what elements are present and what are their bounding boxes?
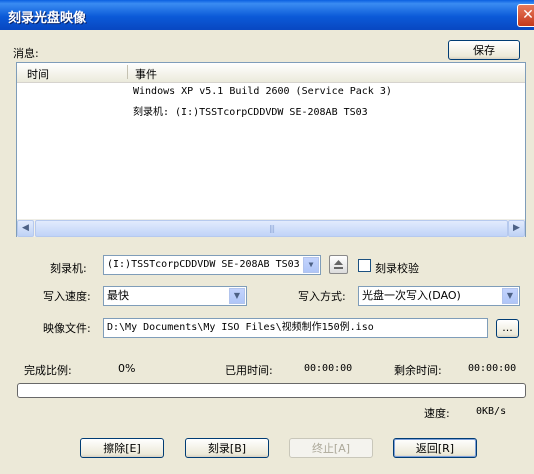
chevron-down-icon[interactable]: ▼: [303, 257, 319, 273]
burner-value: (I:)TSSTcorpCDDVDW SE-208AB TS03: [107, 259, 300, 270]
verify-label[interactable]: 刻录校验: [375, 260, 419, 276]
speed-status-value: 0KB/s: [476, 406, 507, 417]
messages-label: 消息:: [13, 47, 39, 60]
horizontal-scrollbar[interactable]: ◀ ||| ▶: [17, 219, 525, 237]
burn-button[interactable]: 刻录[B]: [185, 438, 269, 458]
verify-checkbox[interactable]: [358, 259, 371, 272]
back-button[interactable]: 返回[R]: [393, 438, 477, 458]
column-divider[interactable]: [127, 65, 128, 79]
chevron-down-icon[interactable]: ▼: [502, 288, 518, 304]
elapsed-value: 00:00:00: [304, 363, 353, 374]
write-mode-select[interactable]: 光盘一次写入(DAO) ▼: [358, 286, 520, 306]
column-header-event[interactable]: 事件: [135, 66, 157, 82]
list-item: Windows XP v5.1 Build 2600 (Service Pack…: [133, 86, 392, 97]
burner-label: 刻录机:: [50, 262, 87, 275]
burner-select[interactable]: (I:)TSSTcorpCDDVDW SE-208AB TS03 ▼: [103, 255, 321, 275]
scroll-right-icon[interactable]: ▶: [508, 220, 525, 237]
progress-bar: [17, 383, 526, 398]
message-list: 时间 事件 Windows XP v5.1 Build 2600 (Servic…: [16, 62, 526, 237]
image-file-label: 映像文件:: [43, 322, 91, 335]
image-file-input[interactable]: D:\My Documents\My ISO Files\视频制作150例.is…: [103, 318, 488, 338]
chevron-down-icon[interactable]: ▼: [229, 288, 245, 304]
close-button[interactable]: ✕: [517, 4, 534, 27]
elapsed-label: 已用时间:: [225, 364, 273, 377]
scroll-thumb[interactable]: |||: [35, 220, 508, 237]
erase-button[interactable]: 擦除[E]: [80, 438, 164, 458]
write-mode-value: 光盘一次写入(DAO): [362, 289, 461, 302]
write-mode-label: 写入方式:: [298, 290, 346, 303]
speed-label: 写入速度:: [43, 290, 91, 303]
remaining-label: 剩余时间:: [394, 364, 442, 377]
browse-button[interactable]: ...: [496, 319, 519, 338]
speed-status-label: 速度:: [424, 407, 450, 420]
list-header: 时间 事件: [17, 63, 525, 83]
speed-select[interactable]: 最快 ▼: [103, 286, 247, 306]
stop-button[interactable]: 终止[A]: [289, 438, 373, 458]
eject-icon: [334, 260, 343, 269]
progress-percent: 0%: [118, 362, 136, 375]
column-header-time[interactable]: 时间: [27, 66, 49, 82]
close-icon: ✕: [522, 7, 534, 23]
title-bar: 刻录光盘映像 ✕: [0, 0, 534, 30]
eject-button[interactable]: [329, 255, 348, 274]
speed-value: 最快: [107, 289, 129, 302]
scroll-left-icon[interactable]: ◀: [17, 220, 34, 237]
list-item: 刻录机: (I:)TSSTcorpCDDVDW SE-208AB TS03: [133, 107, 368, 118]
progress-label: 完成比例:: [24, 364, 72, 377]
remaining-value: 00:00:00: [468, 363, 517, 374]
window-title: 刻录光盘映像: [8, 11, 87, 26]
save-button[interactable]: 保存: [448, 40, 520, 60]
